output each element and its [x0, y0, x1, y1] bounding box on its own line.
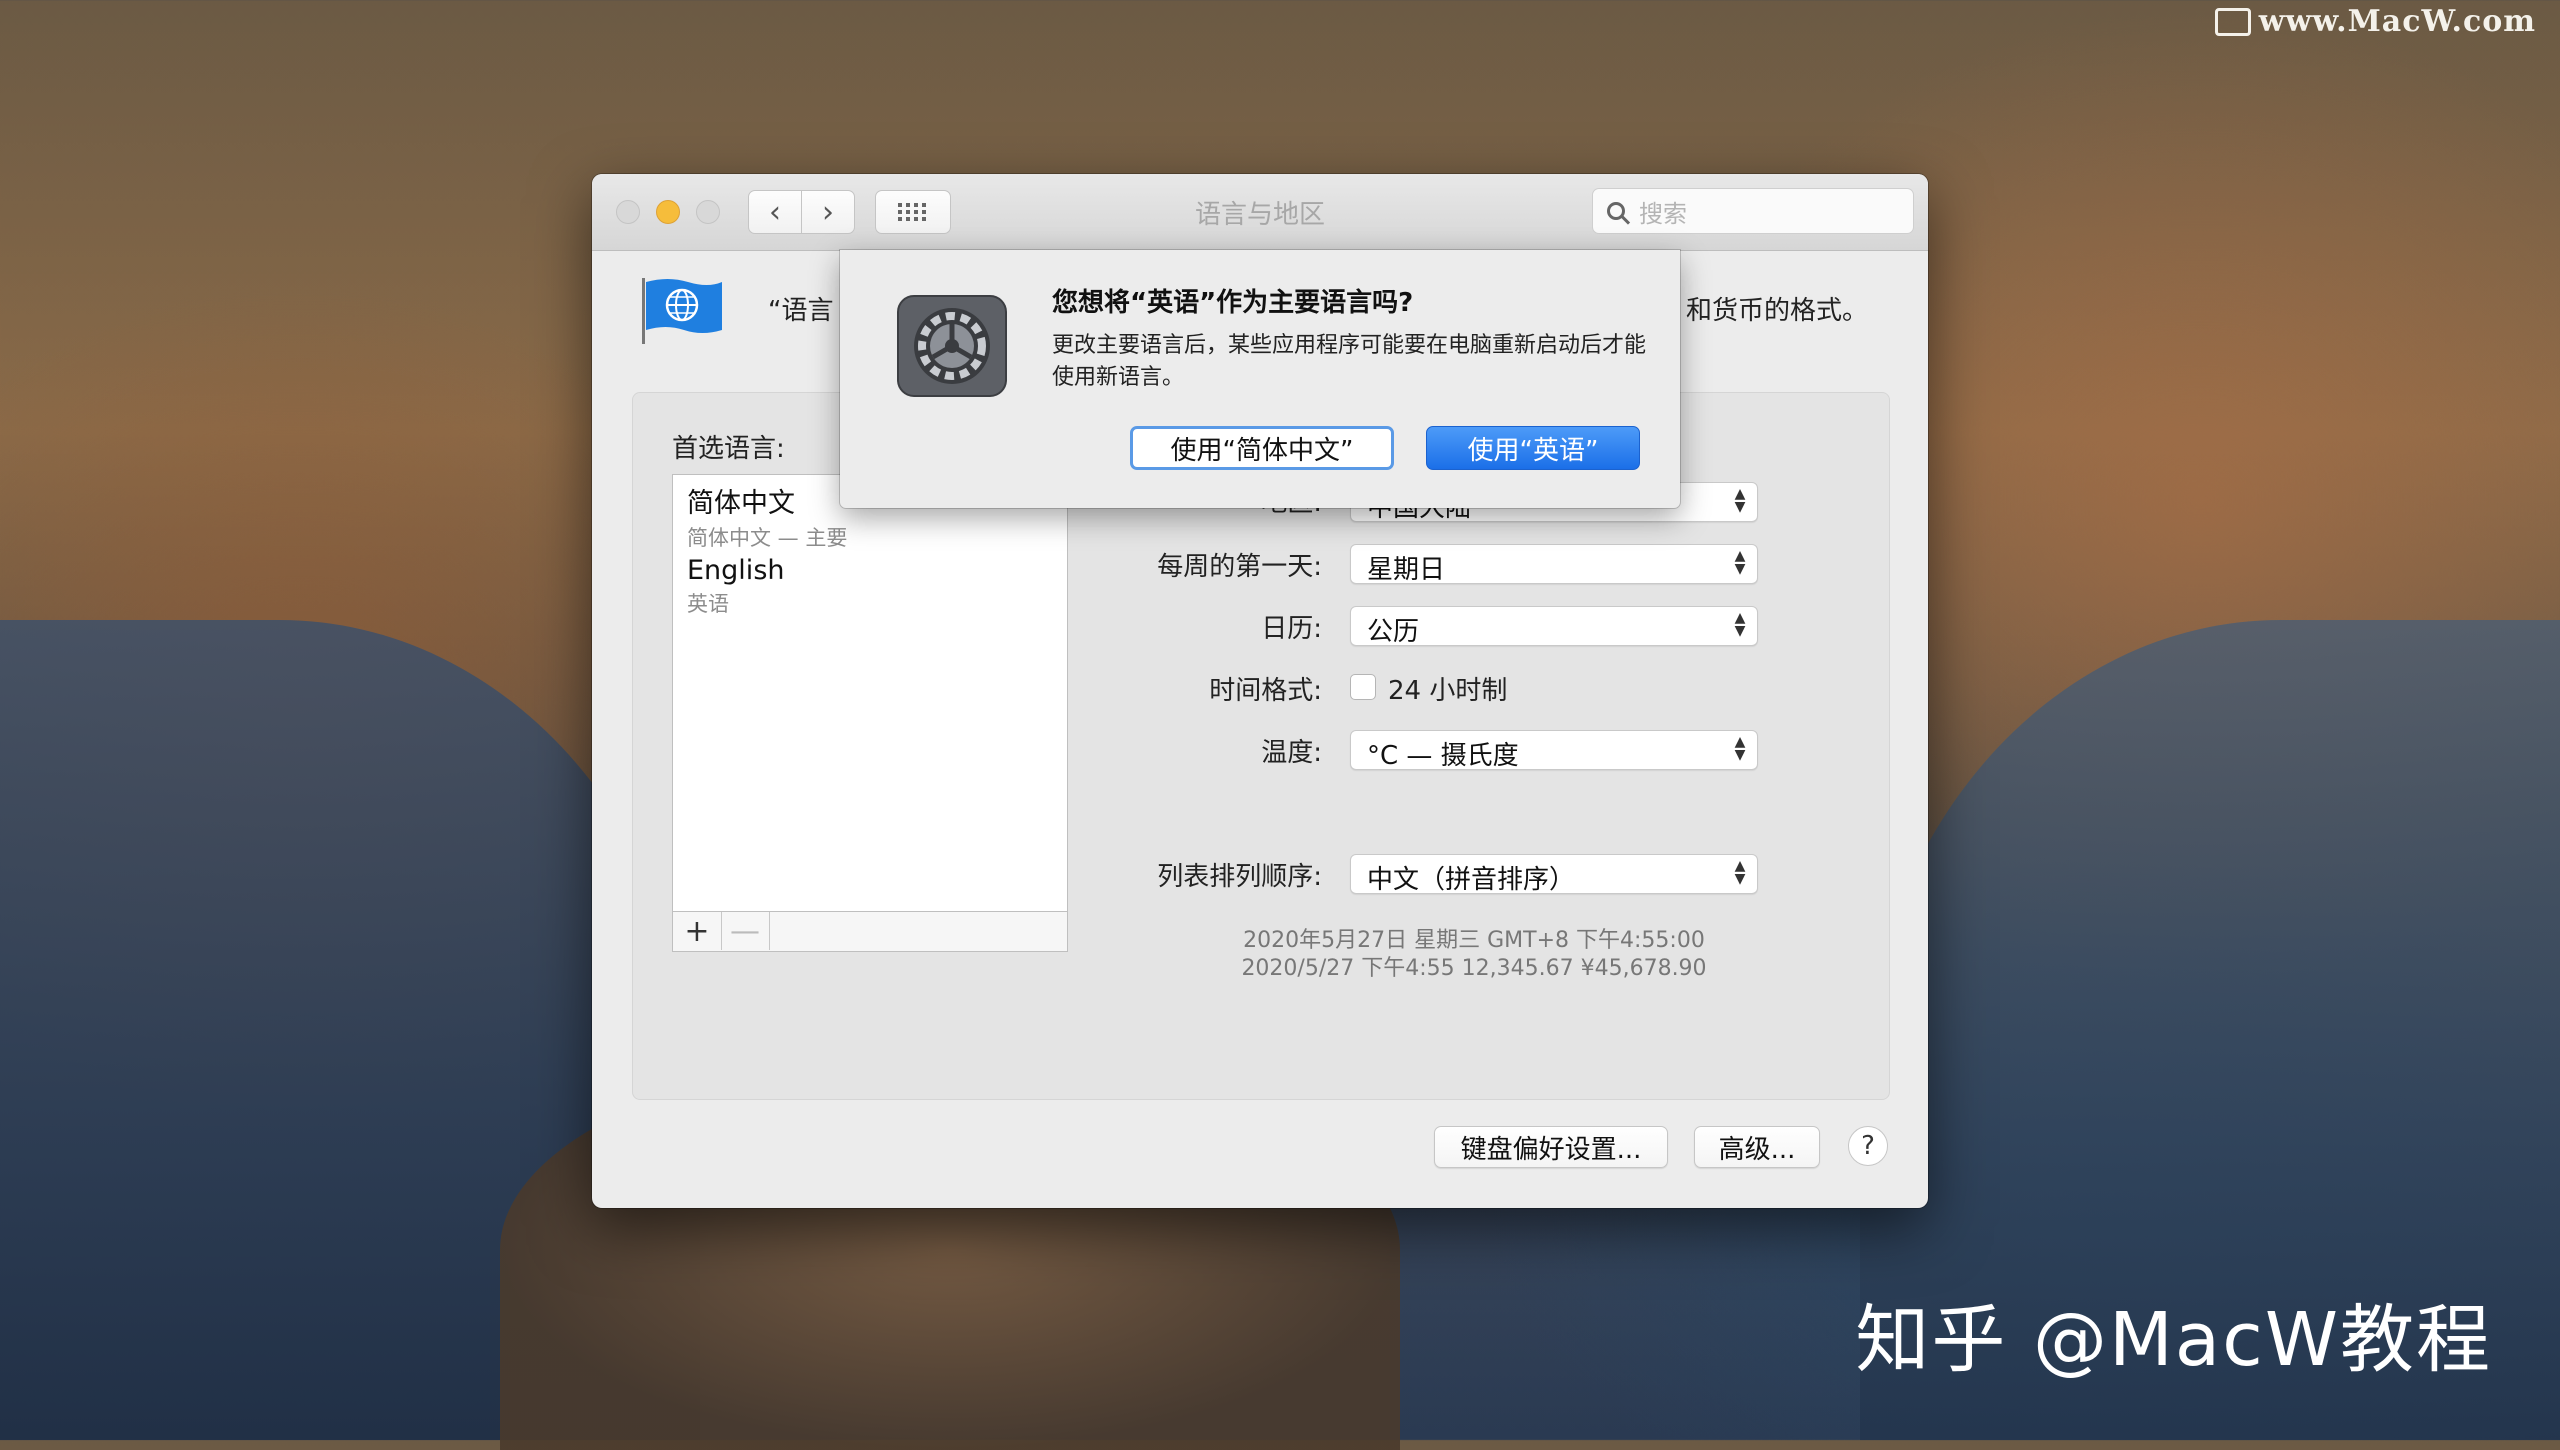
list-item[interactable]: 简体中文 简体中文 — 主要 [687, 481, 847, 552]
description-text-start: “语言 [768, 296, 834, 326]
updown-arrow-icon: ▲ ▼ [1734, 734, 1746, 763]
calendar-label: 日历: [1261, 614, 1322, 644]
use-simplified-chinese-button[interactable]: 使用“简体中文” [1130, 426, 1394, 470]
calendar-select[interactable]: 公历 ▲ ▼ [1350, 606, 1758, 647]
watermark-bottom: 知乎 @MacW教程 [1855, 1297, 2492, 1383]
temperature-select[interactable]: °C — 摄氏度 ▲ ▼ [1350, 730, 1758, 771]
title-bar: ‹ › 语言与地区 搜索 [592, 174, 1928, 251]
change-language-dialog: 您想将“英语”作为主要语言吗? 更改主要语言后，某些应用程序可能要在电脑重新启动… [840, 250, 1680, 508]
first-day-select[interactable]: 星期日 ▲ ▼ [1350, 544, 1758, 585]
calendar-value: 公历 [1367, 617, 1420, 647]
updown-arrow-icon: ▲ ▼ [1734, 548, 1746, 577]
24-hour-checkbox-label[interactable]: 24 小时制 [1388, 670, 1507, 707]
updown-arrow-icon: ▲ ▼ [1734, 858, 1746, 887]
language-list[interactable]: 简体中文 简体中文 — 主要 English 英语 [672, 474, 1068, 912]
language-name: 简体中文 [687, 488, 795, 519]
preferred-languages-label: 首选语言: [672, 434, 785, 464]
updown-arrow-icon: ▲ ▼ [1734, 486, 1746, 515]
24-hour-checkbox[interactable] [1350, 674, 1376, 700]
help-button[interactable]: ? [1848, 1126, 1888, 1166]
first-day-label: 每周的第一天: [1157, 552, 1322, 582]
first-day-value: 星期日 [1367, 555, 1446, 585]
search-field[interactable]: 搜索 [1592, 188, 1914, 234]
keyboard-preferences-button[interactable]: 键盘偏好设置... [1434, 1126, 1668, 1168]
language-subtitle: 简体中文 — 主要 [687, 526, 848, 550]
add-language-button[interactable]: + [673, 912, 722, 950]
language-list-toolbar: + — [672, 912, 1068, 952]
updown-arrow-icon: ▲ ▼ [1734, 610, 1746, 639]
search-placeholder: 搜索 [1639, 199, 1687, 228]
temperature-value: °C — 摄氏度 [1367, 741, 1519, 771]
time-format-label: 时间格式: [1209, 676, 1322, 706]
watermark-top-text: www.MacW.com [2258, 4, 2536, 39]
format-sample-line-2: 2020/5/27 下午4:55 12,345.67 ¥45,678.90 [1241, 956, 1707, 981]
watermark-top: www.MacW.com [2214, 4, 2536, 39]
use-english-button[interactable]: 使用“英语” [1426, 426, 1640, 470]
list-item[interactable]: English 英语 [687, 555, 785, 618]
search-icon [1607, 202, 1625, 220]
description-text-end: 和货币的格式。 [1685, 296, 1868, 326]
sort-order-label: 列表排列顺序: [1157, 862, 1322, 892]
dialog-title: 您想将“英语”作为主要语言吗? [1052, 288, 1414, 318]
language-name: English [687, 555, 785, 586]
advanced-button[interactable]: 高级... [1694, 1126, 1820, 1168]
system-preferences-gear-icon [897, 295, 1007, 397]
flag-globe-icon [642, 278, 722, 344]
sort-order-value: 中文（拼音排序） [1367, 865, 1576, 895]
sort-order-select[interactable]: 中文（拼音排序） ▲ ▼ [1350, 854, 1758, 895]
temperature-label: 温度: [1261, 738, 1322, 768]
remove-language-button[interactable]: — [721, 912, 770, 950]
monitor-icon [2214, 7, 2251, 36]
language-subtitle: 英语 [687, 592, 729, 616]
dialog-message: 更改主要语言后，某些应用程序可能要在电脑重新启动后才能使用新语言。 [1052, 333, 1647, 390]
